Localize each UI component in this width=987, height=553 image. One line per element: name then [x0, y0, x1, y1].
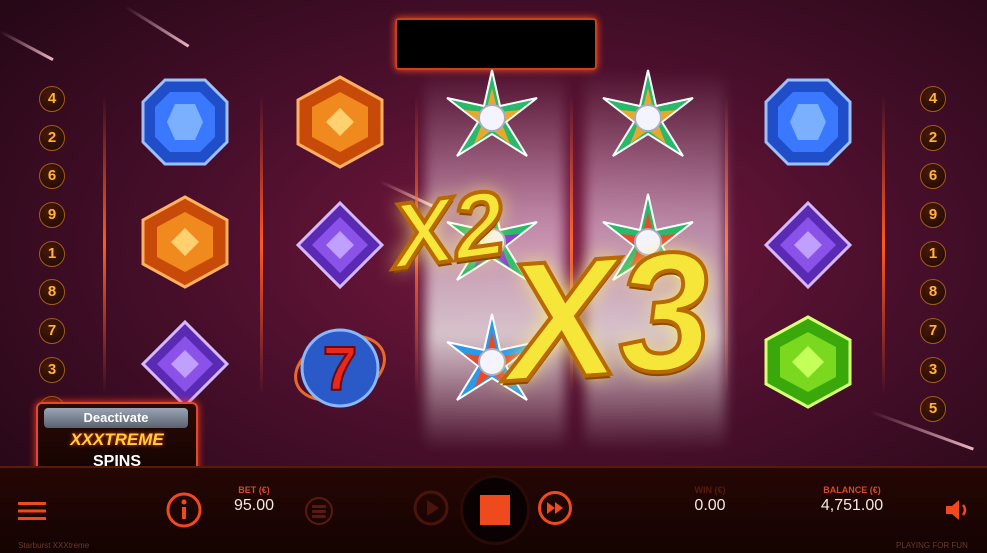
bet-label: BET (€) [238, 485, 270, 495]
payline-number: 4 [39, 86, 65, 112]
balance-value: 4,751.00 [820, 497, 884, 514]
speaker-icon[interactable] [944, 497, 974, 523]
payline-number: 4 [920, 86, 946, 112]
payline-number: 6 [920, 163, 946, 190]
payline-number: 7 [39, 318, 65, 345]
payline-number: 9 [39, 202, 65, 229]
payline-number: 1 [920, 240, 946, 267]
payline-number: 7 [920, 318, 946, 345]
green-gem-symbol [764, 315, 852, 409]
payline-number: 8 [920, 279, 946, 306]
wild-multiplier-x3: X3 [497, 213, 719, 419]
deactivate-label: Deactivate [44, 408, 188, 428]
payline-number: 2 [920, 124, 946, 151]
wild-multiplier-x2: X2 [383, 170, 513, 291]
payline-number: 8 [39, 279, 65, 306]
info-icon[interactable] [166, 492, 202, 528]
payline-number: 5 [920, 395, 946, 422]
footer-mode: PLAYING FOR FUN [896, 541, 968, 550]
starburst-wild-symbol [602, 69, 694, 157]
reel-separator [260, 95, 263, 395]
payline-number: 2 [39, 124, 65, 151]
win-label: WIN (€) [694, 485, 726, 495]
fast-forward-icon[interactable] [537, 490, 573, 526]
win-display-box [395, 18, 597, 70]
payline-number: 3 [39, 356, 65, 383]
light-streak [124, 5, 190, 48]
orange-gem-symbol [141, 195, 229, 289]
paylines-right: 4 2 6 9 1 8 7 3 5 [920, 86, 946, 434]
reel-separator [103, 95, 106, 395]
stop-icon [480, 495, 510, 525]
blue-gem-symbol [764, 78, 852, 166]
purple-gem-symbol [763, 200, 853, 290]
purple-gem-symbol [140, 319, 230, 409]
payline-number: 3 [920, 356, 946, 383]
menu-icon[interactable] [18, 500, 46, 522]
svg-text:7: 7 [323, 335, 357, 404]
payline-number: 9 [920, 202, 946, 229]
bet-value: 95.00 [233, 497, 275, 514]
footer-game-name: Starburst XXXtreme [18, 541, 90, 550]
paylines-left: 4 2 6 9 1 8 7 3 5 [39, 86, 65, 434]
reel-separator [882, 95, 885, 395]
play-icon[interactable] [412, 489, 450, 527]
payline-number: 1 [39, 240, 65, 267]
win-value: 0.00 [694, 497, 726, 514]
lucky-seven-symbol: 7 [294, 328, 386, 408]
reel-separator [725, 95, 728, 395]
stop-button[interactable] [460, 475, 530, 545]
orange-gem-symbol [296, 75, 384, 169]
purple-gem-symbol [295, 200, 385, 290]
payline-number: 6 [39, 163, 65, 190]
xxxtreme-title: XXXTREME [70, 430, 164, 449]
coins-icon[interactable] [304, 496, 334, 526]
balance-label: BALANCE (€) [823, 485, 881, 495]
blue-gem-symbol [141, 78, 229, 166]
light-streak [0, 30, 54, 61]
starburst-wild-symbol [446, 69, 538, 157]
